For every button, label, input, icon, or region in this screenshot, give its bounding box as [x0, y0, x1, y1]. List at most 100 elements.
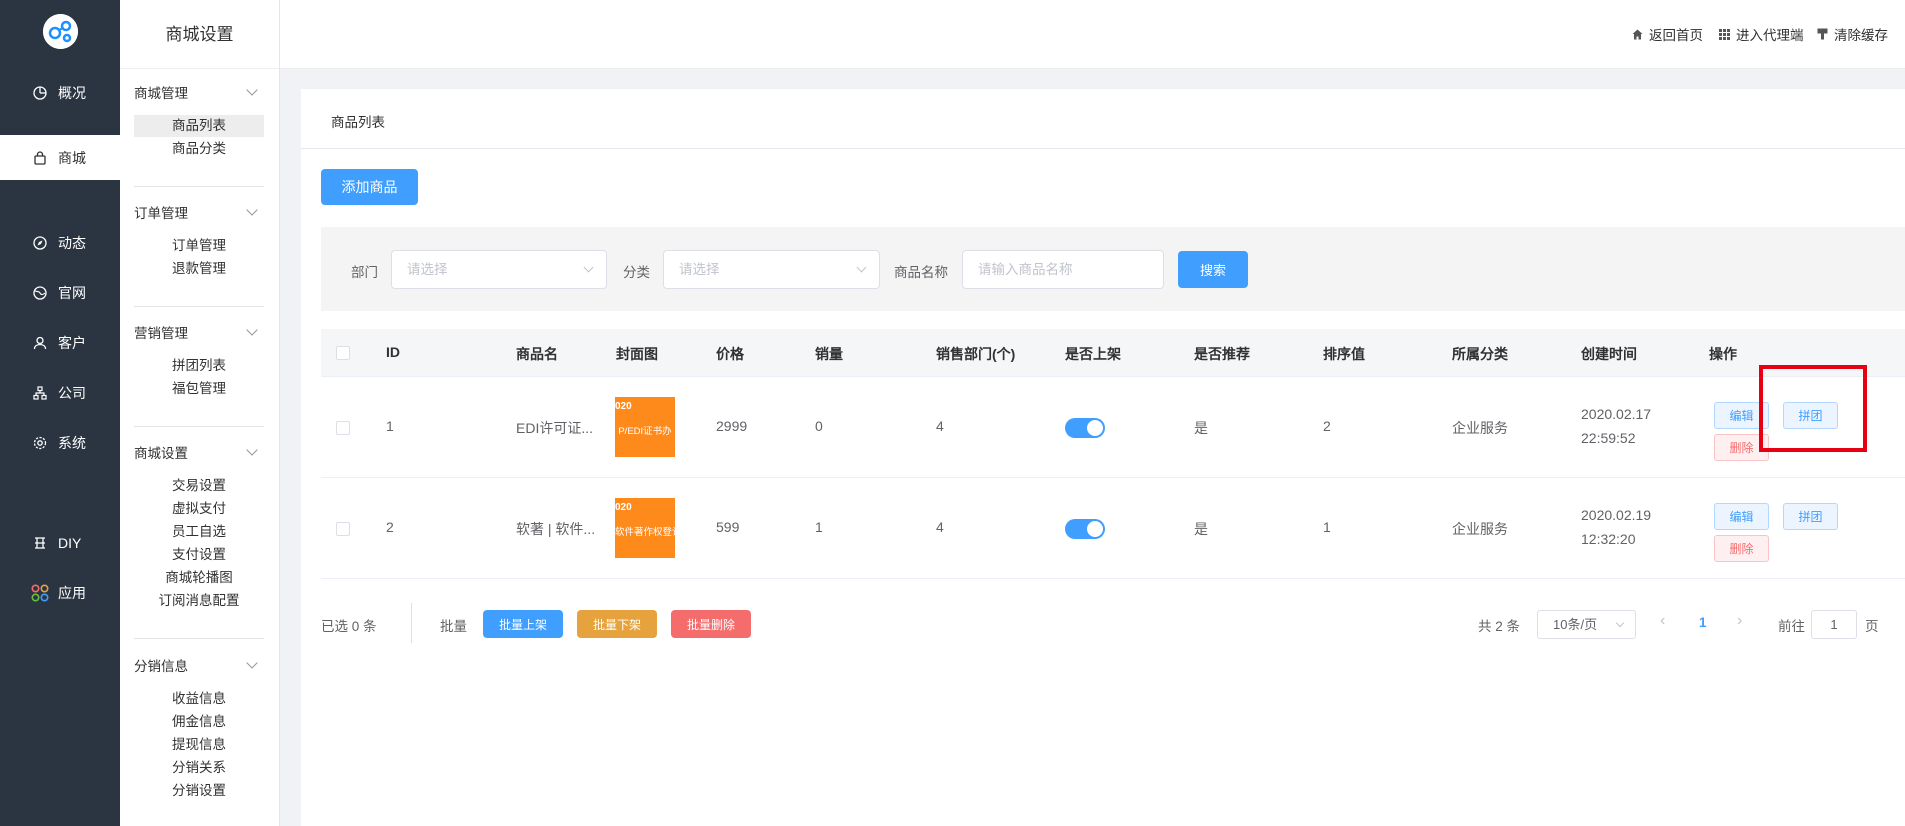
nav-item-diy[interactable]: DIY [0, 518, 120, 568]
group-buy-button[interactable]: 拼团 [1783, 503, 1838, 530]
page-size-select[interactable]: 10条/页 [1537, 610, 1636, 639]
cell-depts: 4 [936, 519, 944, 535]
cell-price: 599 [716, 519, 740, 535]
nav-label: DIY [58, 535, 82, 551]
submenu-item-distribution-settings[interactable]: 分销设置 [134, 780, 264, 802]
user-icon [33, 336, 47, 350]
group-header[interactable]: 营销管理 [134, 322, 188, 342]
chevron-down-icon[interactable] [246, 657, 258, 669]
submenu: 商城设置 商城管理 商品列表 商品分类 订单管理 订单管理 退款管理 营销管理 … [120, 0, 280, 826]
filter-bar: 部门 请选择 分类 请选择 商品名称 请输入商品名称 搜索 [321, 227, 1905, 311]
add-product-button[interactable]: 添加商品 [321, 169, 418, 205]
nav-item-customers[interactable]: 客户 [0, 318, 120, 368]
shopping-bag-icon [34, 150, 46, 165]
cell-sort: 1 [1323, 519, 1331, 535]
table-header: ID 商品名 封面图 价格 销量 销售部门(个) 是否上架 是否推荐 排序值 所… [321, 329, 1905, 377]
cover-text: 020 [615, 401, 632, 412]
col-on-shelf: 是否上架 [1065, 346, 1121, 362]
product-name-placeholder: 请输入商品名称 [978, 262, 1073, 277]
submenu-item-subscription[interactable]: 订阅消息配置 [134, 590, 264, 612]
product-name-label: 商品名称 [894, 265, 948, 280]
submenu-item-orders[interactable]: 订单管理 [134, 235, 264, 257]
page-number-current[interactable]: 1 [1699, 615, 1707, 630]
goto-label: 前往 [1778, 619, 1805, 634]
submenu-item-trade-settings[interactable]: 交易设置 [134, 475, 264, 497]
submenu-item-earnings[interactable]: 收益信息 [134, 688, 264, 710]
page-unit-label: 页 [1865, 619, 1879, 634]
edit-button[interactable]: 编辑 [1714, 503, 1769, 530]
submenu-item-refunds[interactable]: 退款管理 [134, 258, 264, 280]
nav-item-mall[interactable]: 商城 [0, 135, 120, 180]
chevron-down-icon[interactable] [246, 204, 258, 216]
row-checkbox[interactable] [336, 421, 350, 435]
next-page-button[interactable]: › [1737, 612, 1742, 630]
batch-delete-button[interactable]: 批量删除 [671, 610, 751, 638]
submenu-item-group-buy[interactable]: 拼团列表 [134, 355, 264, 377]
chevron-down-icon[interactable] [246, 84, 258, 96]
chevron-down-icon [1615, 618, 1625, 628]
submenu-item-virtual-pay[interactable]: 虚拟支付 [134, 498, 264, 520]
highlight-box [1759, 365, 1867, 452]
nav-rail: 概况 名片 商城 动态 官网 客户 公司 系统 DIY 应用 [0, 0, 120, 826]
nav-item-feed[interactable]: 动态 [0, 218, 120, 268]
batch-off-shelf-button[interactable]: 批量下架 [577, 610, 657, 638]
cell-id: 2 [386, 519, 394, 535]
submenu-item-staff-select[interactable]: 员工自选 [134, 521, 264, 543]
prev-page-button[interactable]: ‹ [1660, 612, 1665, 630]
toggle-knob [1087, 420, 1103, 436]
clear-cache-link[interactable]: 清除缓存 [1817, 24, 1888, 44]
category-placeholder: 请选择 [679, 262, 720, 277]
batch-on-shelf-button[interactable]: 批量上架 [483, 610, 563, 638]
on-shelf-toggle[interactable] [1065, 519, 1105, 539]
cell-recommend: 是 [1194, 521, 1208, 537]
submenu-item-carousel[interactable]: 商城轮播图 [134, 567, 264, 589]
row-checkbox[interactable] [336, 522, 350, 536]
nav-label: 商城 [58, 149, 86, 166]
diy-icon [35, 537, 45, 549]
group-header[interactable]: 分销信息 [134, 655, 188, 675]
cover-image: 020 软件著作权登记 [615, 498, 675, 558]
nav-item-apps[interactable]: 应用 [0, 568, 120, 618]
col-cover: 封面图 [616, 346, 658, 362]
agent-link[interactable]: 进入代理端 [1719, 24, 1804, 44]
nav-item-website[interactable]: 官网 [0, 268, 120, 318]
nav-label: 概况 [58, 85, 86, 101]
group-header[interactable]: 商城设置 [134, 442, 188, 462]
cell-name: EDI许可证... [516, 420, 594, 436]
chevron-down-icon [856, 262, 867, 273]
search-button[interactable]: 搜索 [1178, 251, 1248, 288]
col-created: 创建时间 [1581, 346, 1637, 362]
chevron-down-icon[interactable] [246, 324, 258, 336]
cell-sort: 2 [1323, 418, 1331, 434]
select-all-checkbox[interactable] [336, 346, 350, 360]
submenu-item-lucky-bag[interactable]: 福包管理 [134, 378, 264, 400]
divider [411, 603, 412, 643]
goto-page-input[interactable]: 1 [1811, 610, 1857, 639]
submenu-item-withdraw[interactable]: 提现信息 [134, 734, 264, 756]
nav-item-company[interactable]: 公司 [0, 368, 120, 418]
home-link[interactable]: 返回首页 [1632, 24, 1703, 44]
nav-item-system[interactable]: 系统 [0, 418, 120, 468]
nav-label: 动态 [58, 235, 86, 251]
table-row: 2 软著 | 软件... 020 软件著作权登记 599 1 4 是 1 企业服… [321, 478, 1905, 579]
cell-id: 1 [386, 418, 394, 434]
gear-icon [33, 436, 47, 450]
logo-icon[interactable] [43, 14, 78, 49]
dept-select[interactable]: 请选择 [391, 250, 607, 289]
nav-item-overview[interactable]: 概况 [0, 68, 120, 118]
submenu-item-payment-settings[interactable]: 支付设置 [134, 544, 264, 566]
submenu-item-relations[interactable]: 分销关系 [134, 757, 264, 779]
group-header[interactable]: 订单管理 [134, 202, 188, 222]
grid-icon [1719, 28, 1730, 40]
category-select[interactable]: 请选择 [663, 250, 880, 289]
submenu-item-commission[interactable]: 佣金信息 [134, 711, 264, 733]
group-header[interactable]: 商城管理 [134, 82, 188, 102]
submenu-item-product-list[interactable]: 商品列表 [134, 115, 264, 137]
chevron-down-icon[interactable] [246, 444, 258, 456]
on-shelf-toggle[interactable] [1065, 418, 1105, 438]
product-name-input[interactable]: 请输入商品名称 [962, 250, 1164, 289]
divider [134, 638, 264, 639]
submenu-item-product-category[interactable]: 商品分类 [134, 138, 264, 160]
delete-button[interactable]: 删除 [1714, 535, 1769, 562]
dept-label: 部门 [351, 265, 378, 280]
